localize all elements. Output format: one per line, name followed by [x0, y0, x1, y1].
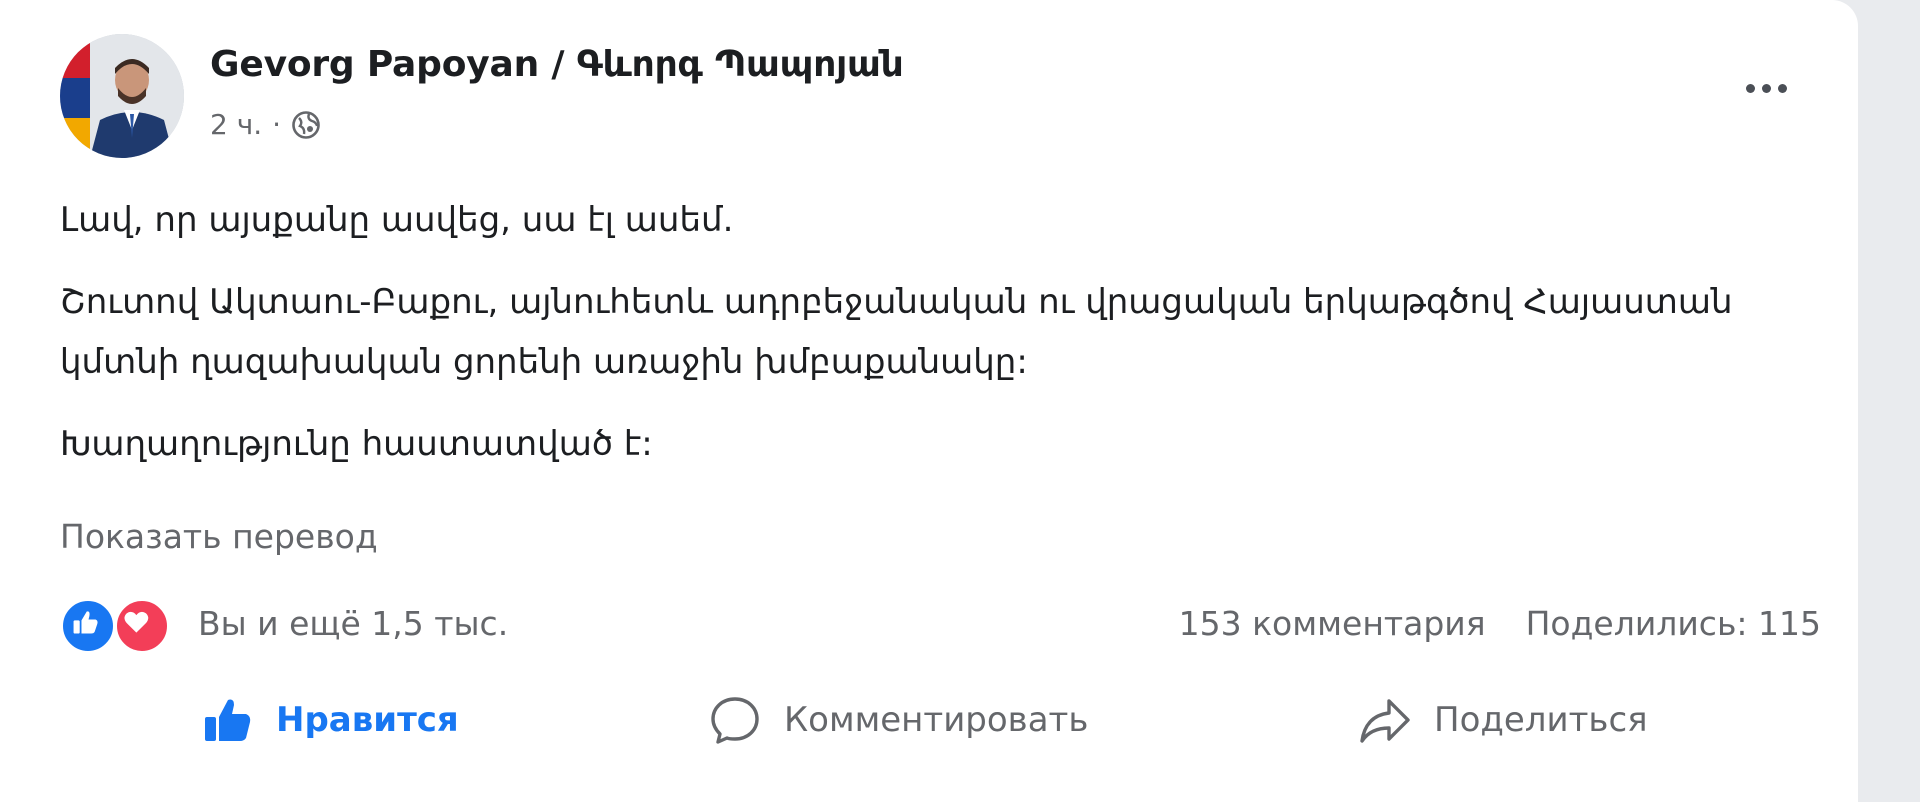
- comment-icon: [711, 697, 759, 744]
- comment-button-label: Комментировать: [784, 700, 1089, 740]
- reactions-count: Вы и ещё 1,5 тыс.: [198, 603, 509, 643]
- more-options-button[interactable]: [1734, 70, 1798, 106]
- more-dot-icon: [1761, 83, 1771, 93]
- comment-button[interactable]: Комментировать: [708, 680, 1088, 760]
- post-text: Լավ, որ այսքանը ասվեց, սա էլ ասեմ. Շուտո…: [60, 190, 1840, 496]
- post-card: Gevorg Papoyan / Գևորգ Պապոյան 2 ч. · Լա…: [0, 0, 1858, 802]
- post-meta: 2 ч. ·: [210, 108, 321, 141]
- share-icon: [1360, 699, 1410, 743]
- thumbs-up-icon: [205, 699, 251, 741]
- love-reaction-icon: [114, 598, 170, 654]
- shares-count[interactable]: Поделились: 115: [1526, 604, 1821, 643]
- like-button[interactable]: Нравится: [200, 680, 459, 760]
- share-button[interactable]: Поделиться: [1358, 680, 1648, 760]
- post-time[interactable]: 2 ч.: [210, 108, 262, 141]
- more-dot-icon: [1745, 83, 1755, 93]
- comments-count[interactable]: 153 комментария: [1179, 604, 1486, 643]
- avatar[interactable]: [60, 34, 184, 158]
- meta-separator: ·: [272, 108, 282, 141]
- globe-icon: [292, 110, 320, 139]
- show-translation-link[interactable]: Показать перевод: [60, 517, 378, 556]
- action-bar: Нравится Комментировать Поделиться: [0, 680, 1858, 760]
- reaction-icons: [60, 596, 172, 654]
- post-paragraph: Խաղաղությունը հաստատված է:: [60, 424, 653, 464]
- like-reaction-icon: [60, 598, 116, 654]
- reactions-summary[interactable]: Вы и ещё 1,5 тыс.: [60, 596, 509, 654]
- more-dot-icon: [1777, 83, 1787, 93]
- post-paragraph: Լավ, որ այսքանը ասվեց, սա էլ ասեմ.: [60, 200, 734, 240]
- post-paragraph: Շուտով Ակտաու-Բաքու, այնուհետև ադրբեջանա…: [60, 282, 1733, 382]
- post-stats: 153 комментария Поделились: 115: [1179, 596, 1821, 650]
- avatar-image: [60, 34, 184, 158]
- like-button-label: Нравится: [276, 700, 459, 740]
- share-button-label: Поделиться: [1434, 700, 1648, 740]
- author-name[interactable]: Gevorg Papoyan / Գևորգ Պապոյան: [210, 44, 904, 85]
